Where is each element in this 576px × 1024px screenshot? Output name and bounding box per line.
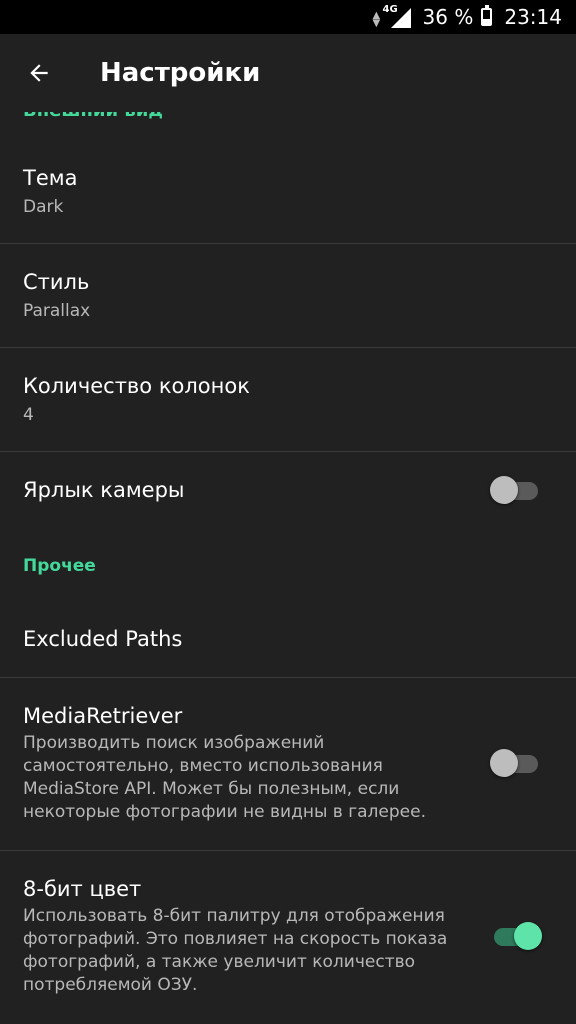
setting-8bit-color[interactable]: 8-бит цвет Использовать 8-бит палитру дл… xyxy=(0,877,576,997)
section-header-appearance: Внешний вид xyxy=(23,112,163,121)
app-bar: Настройки xyxy=(0,34,576,112)
switch-knob xyxy=(514,922,542,950)
signal-icon xyxy=(390,8,411,28)
setting-columns[interactable]: Количество колонок 4 xyxy=(0,374,576,427)
divider xyxy=(0,451,576,452)
setting-title: Стиль xyxy=(23,270,90,294)
setting-style[interactable]: Стиль Parallax xyxy=(0,270,576,323)
battery-icon xyxy=(481,5,493,26)
arrow-back-icon xyxy=(30,64,48,82)
setting-value: Dark xyxy=(23,197,64,217)
setting-excluded-paths[interactable]: Excluded Paths xyxy=(0,627,576,651)
page-title: Настройки xyxy=(100,58,261,88)
setting-title: Количество колонок xyxy=(23,374,250,398)
setting-description: Использовать 8-бит палитру для отображен… xyxy=(23,906,448,995)
setting-title: MediaRetriever xyxy=(23,704,183,728)
clock: 23:14 xyxy=(504,5,562,29)
data-arrows-icon: ▲ ▼ xyxy=(372,10,381,29)
setting-value: 4 xyxy=(23,405,34,425)
media-retriever-switch[interactable] xyxy=(490,749,538,777)
8bit-color-switch[interactable] xyxy=(494,922,542,950)
network-indicator: ▲ ▼ 4G xyxy=(372,4,413,29)
back-button[interactable] xyxy=(22,56,56,90)
setting-value: Parallax xyxy=(23,301,91,321)
setting-description: Производить поиск изображений самостояте… xyxy=(23,733,426,822)
setting-title: Тема xyxy=(23,166,78,190)
divider xyxy=(0,850,576,851)
divider xyxy=(0,677,576,678)
battery-percent: 36 % xyxy=(422,5,474,29)
divider xyxy=(0,243,576,244)
settings-list[interactable]: Внешний вид Тема Dark Стиль Parallax Кол… xyxy=(0,112,576,1024)
switch-knob xyxy=(490,749,518,777)
camera-shortcut-switch[interactable] xyxy=(490,476,538,504)
divider xyxy=(0,347,576,348)
setting-title: 8-бит цвет xyxy=(23,877,142,901)
switch-knob xyxy=(490,476,518,504)
status-bar: ▲ ▼ 4G 36 % 23:14 xyxy=(0,0,576,34)
section-header-other: Прочее xyxy=(23,556,96,576)
setting-title: Excluded Paths xyxy=(23,627,183,651)
setting-theme[interactable]: Тема Dark xyxy=(0,166,576,219)
